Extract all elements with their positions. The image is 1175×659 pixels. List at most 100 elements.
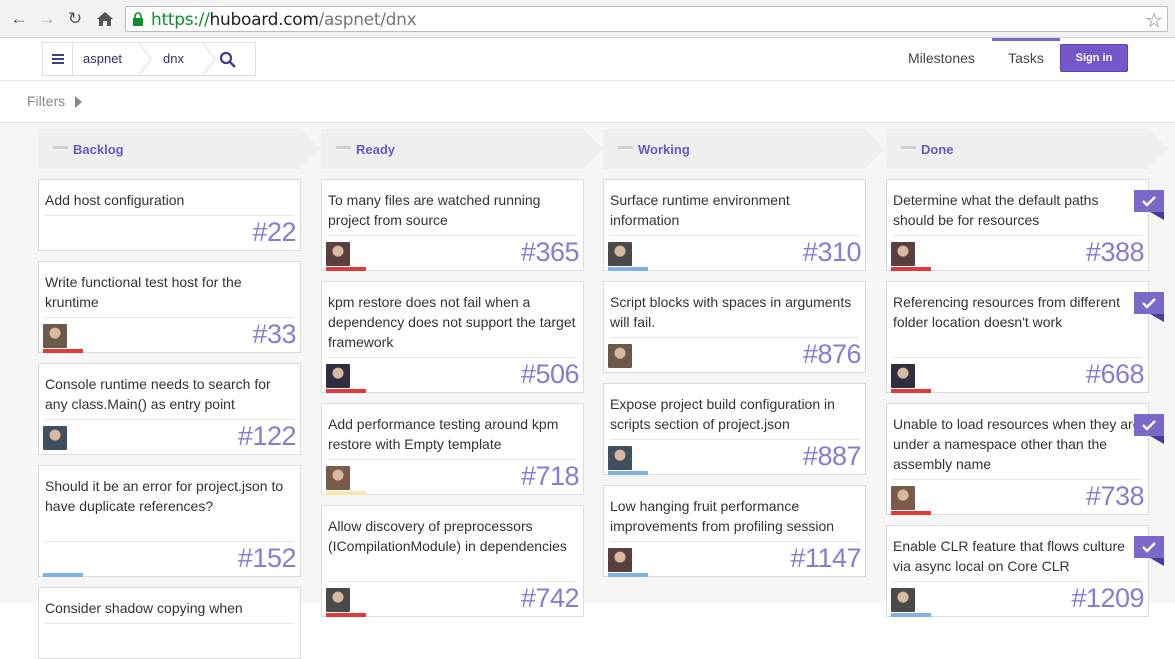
status-bar [326, 267, 366, 271]
task-card[interactable]: Determine what the default paths should … [886, 179, 1164, 271]
task-card[interactable]: To many files are watched running projec… [321, 179, 584, 271]
column-header: Backlog [38, 129, 320, 169]
task-card[interactable]: Consider shadow copying when [38, 587, 301, 659]
status-bar [891, 267, 931, 271]
collapse-dash-icon[interactable] [53, 146, 68, 149]
bookmark-star-icon[interactable]: ☆ [1145, 8, 1163, 33]
status-bar [326, 389, 366, 393]
task-card[interactable]: Script blocks with spaces in arguments w… [603, 281, 866, 373]
task-card[interactable]: Unable to load resources when they are u… [886, 403, 1164, 515]
divider [610, 439, 859, 440]
checkmark-icon [1134, 292, 1164, 322]
filters-toggle[interactable]: Filters [27, 93, 65, 109]
card-title[interactable]: Unable to load resources when they are u… [893, 414, 1143, 474]
card-title[interactable]: Script blocks with spaces in arguments w… [610, 292, 860, 332]
issue-number[interactable]: #718 [521, 462, 580, 490]
assignee-avatar [43, 426, 67, 450]
issue-number[interactable]: #668 [1086, 360, 1145, 388]
column-backlog: Backlog Add host configuration #22 Write fu… [38, 123, 320, 659]
caret-right-icon[interactable] [75, 96, 82, 108]
column-header: Working [603, 129, 885, 169]
divider [328, 459, 577, 460]
column-done: Done Determine what the default paths sho… [886, 123, 1168, 617]
filters-bar: Filters [0, 81, 1175, 123]
card-title[interactable]: Should it be an error for project.json t… [45, 476, 295, 516]
task-card[interactable]: Add host configuration #22 [38, 179, 301, 251]
status-bar [891, 613, 931, 617]
column-header: Ready [321, 129, 603, 169]
issue-number[interactable]: #33 [252, 320, 296, 348]
card-title[interactable]: Add performance testing around kpm resto… [328, 414, 578, 454]
task-card[interactable]: Should it be an error for project.json t… [38, 465, 301, 577]
card-title[interactable]: Surface runtime environment information [610, 190, 860, 230]
card-title[interactable]: Consider shadow copying when [45, 598, 295, 618]
task-card[interactable]: Expose project build configuration in sc… [603, 383, 866, 475]
assignee-avatar [326, 588, 350, 612]
task-card[interactable]: Add performance testing around kpm resto… [321, 403, 584, 495]
card-title[interactable]: Expose project build configuration in sc… [610, 394, 860, 434]
card-title[interactable]: kpm restore does not fail when a depende… [328, 292, 578, 352]
hamburger-menu-icon[interactable] [43, 43, 73, 75]
task-card[interactable]: Referencing resources from different fol… [886, 281, 1164, 393]
divider [610, 235, 859, 236]
task-card[interactable]: Surface runtime environment information #… [603, 179, 866, 271]
forward-arrow-icon[interactable]: → [36, 8, 58, 30]
issue-number[interactable]: #152 [238, 544, 297, 572]
card-title[interactable]: Low hanging fruit performance improvemen… [610, 496, 860, 536]
collapse-dash-icon[interactable] [901, 146, 916, 149]
issue-number[interactable]: #388 [1086, 238, 1145, 266]
search-icon[interactable] [219, 51, 237, 69]
issue-number[interactable]: #22 [252, 218, 296, 246]
home-icon[interactable] [94, 8, 116, 30]
issue-number[interactable]: #1147 [790, 544, 861, 572]
issue-number[interactable]: #887 [803, 442, 862, 470]
issue-number[interactable]: #742 [521, 584, 580, 612]
status-bar [43, 573, 83, 577]
address-bar[interactable]: https://huboard.com/aspnet/dnx ☆ [125, 6, 1168, 32]
checkmark-icon [1134, 536, 1164, 566]
card-title[interactable]: Enable CLR feature that flows culture vi… [893, 536, 1143, 576]
task-card[interactable]: Enable CLR feature that flows culture vi… [886, 525, 1164, 617]
divider [610, 541, 859, 542]
card-title[interactable]: To many files are watched running projec… [328, 190, 578, 230]
divider [893, 235, 1142, 236]
column-title: Backlog [73, 142, 124, 157]
reload-icon[interactable]: ↻ [64, 8, 86, 30]
status-bar [891, 389, 931, 393]
breadcrumb-org[interactable]: aspnet [83, 43, 122, 75]
issue-number[interactable]: #1209 [1071, 584, 1144, 612]
nav-milestones[interactable]: Milestones [908, 38, 975, 81]
issue-number[interactable]: #365 [521, 238, 580, 266]
task-card[interactable]: Allow discovery of preprocessors (ICompi… [321, 505, 584, 617]
divider [45, 623, 294, 624]
card-title[interactable]: Add host configuration [45, 190, 295, 210]
divider [610, 337, 859, 338]
task-card[interactable]: Console runtime needs to search for any … [38, 363, 301, 455]
nav-tasks[interactable]: Tasks [992, 38, 1060, 81]
status-bar [608, 573, 648, 577]
column-ready: Ready To many files are watched running p… [321, 123, 603, 617]
card-title[interactable]: Allow discovery of preprocessors (ICompi… [328, 516, 578, 556]
card-title[interactable]: Referencing resources from different fol… [893, 292, 1143, 332]
column-title: Done [921, 142, 954, 157]
collapse-dash-icon[interactable] [336, 146, 351, 149]
issue-number[interactable]: #876 [803, 340, 862, 368]
status-bar [326, 491, 366, 495]
card-title[interactable]: Determine what the default paths should … [893, 190, 1143, 230]
issue-number[interactable]: #310 [803, 238, 862, 266]
breadcrumb-repo[interactable]: dnx [163, 43, 184, 75]
column-title: Working [638, 142, 690, 157]
task-card[interactable]: Low hanging fruit performance improvemen… [603, 485, 866, 577]
card-title[interactable]: Write functional test host for the krunt… [45, 272, 295, 312]
issue-number[interactable]: #738 [1086, 482, 1145, 510]
checkmark-icon [1134, 414, 1164, 444]
back-arrow-icon[interactable]: ← [8, 8, 30, 30]
sign-in-button[interactable]: Sign in [1060, 44, 1128, 72]
issue-number[interactable]: #122 [238, 422, 297, 450]
task-card[interactable]: Write functional test host for the krunt… [38, 261, 301, 353]
issue-number[interactable]: #506 [521, 360, 580, 388]
collapse-dash-icon[interactable] [618, 146, 633, 149]
browser-toolbar: ← → ↻ https://huboard.com/aspnet/dnx ☆ [0, 0, 1175, 38]
card-title[interactable]: Console runtime needs to search for any … [45, 374, 295, 414]
task-card[interactable]: kpm restore does not fail when a depende… [321, 281, 584, 393]
